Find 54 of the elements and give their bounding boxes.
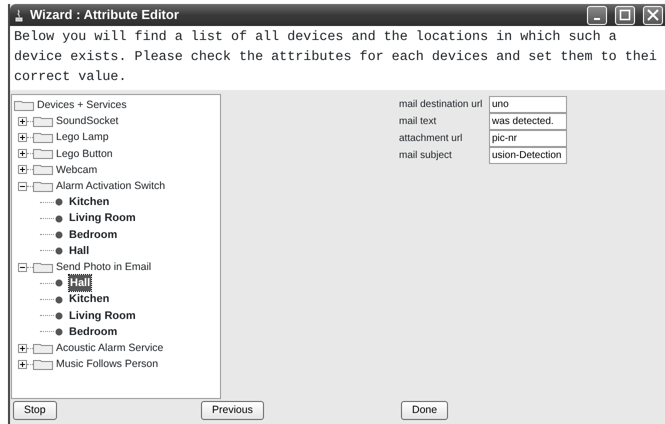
bullet-icon — [55, 214, 63, 223]
collapse-icon[interactable] — [18, 182, 27, 191]
expand-icon[interactable] — [18, 149, 27, 158]
tree-node[interactable]: Webcam — [56, 162, 98, 178]
expand-icon[interactable] — [18, 116, 27, 126]
location-node[interactable]: Living Room — [69, 210, 136, 227]
wizard-button[interactable]: Stop — [13, 401, 57, 420]
input-field[interactable]: uno — [489, 96, 567, 113]
input-field[interactable]: was detected. — [489, 113, 567, 130]
bullet-icon — [55, 198, 63, 206]
location-node[interactable]: Kitchen — [69, 291, 110, 308]
tree-node[interactable]: Send Photo in Email — [56, 259, 152, 276]
tree-node[interactable]: Music Follows Person — [56, 356, 158, 372]
field-label: attachment url — [399, 132, 464, 146]
input-field[interactable]: pic-nr — [489, 130, 567, 147]
window-title: Wizard : Attribute Editor — [30, 6, 180, 24]
minimize-icon — [594, 18, 600, 20]
bullet-icon — [55, 230, 63, 239]
cup-icon — [14, 8, 24, 22]
bullet-icon — [55, 279, 63, 288]
minimize-button[interactable] — [587, 6, 607, 24]
expand-icon[interactable] — [18, 165, 27, 174]
tree-node[interactable]: Lego Button — [56, 146, 113, 162]
expand-icon[interactable] — [18, 344, 27, 353]
field-label: mail destination url — [399, 98, 484, 112]
tree-node[interactable]: Alarm Activation Switch — [56, 178, 166, 194]
wizard-button[interactable]: Previous — [201, 401, 264, 420]
tree-node[interactable]: SoundSocket — [56, 113, 118, 130]
location-node[interactable]: Kitchen — [69, 194, 110, 210]
folder-icon — [14, 100, 34, 111]
location-node[interactable]: Bedroom — [69, 324, 118, 340]
close-button[interactable] — [643, 6, 663, 24]
bullet-icon — [55, 312, 63, 320]
expand-icon[interactable] — [18, 360, 27, 369]
location-node[interactable]: Bedroom — [69, 226, 118, 243]
tree-node[interactable]: Lego Lamp — [56, 129, 109, 146]
bullet-icon — [55, 328, 63, 336]
location-node[interactable]: Living Room — [69, 308, 136, 324]
close-icon — [647, 9, 659, 21]
location-node[interactable]: Hall — [69, 242, 90, 260]
input-field[interactable]: usion-Detection — [489, 147, 567, 164]
tree-node[interactable]: Devices + Services — [37, 97, 127, 114]
tree-node[interactable]: Acoustic Alarm Service — [56, 340, 164, 356]
wizard-button[interactable]: Done — [401, 401, 448, 420]
maximize-icon — [619, 9, 631, 21]
maximize-button[interactable] — [615, 6, 635, 24]
description-text: Below you will find a list of all devices and the locations in which such a device exists. Please check the attributes for each devices and set them to thei correct value. — [10, 26, 665, 90]
field-label: mail subject — [399, 149, 453, 163]
bullet-icon — [55, 296, 63, 304]
expand-icon[interactable] — [18, 133, 27, 142]
bullet-icon — [55, 246, 63, 255]
field-label: mail text — [399, 115, 438, 129]
collapse-icon[interactable] — [18, 262, 27, 272]
location-node[interactable]: Hall — [69, 275, 92, 292]
